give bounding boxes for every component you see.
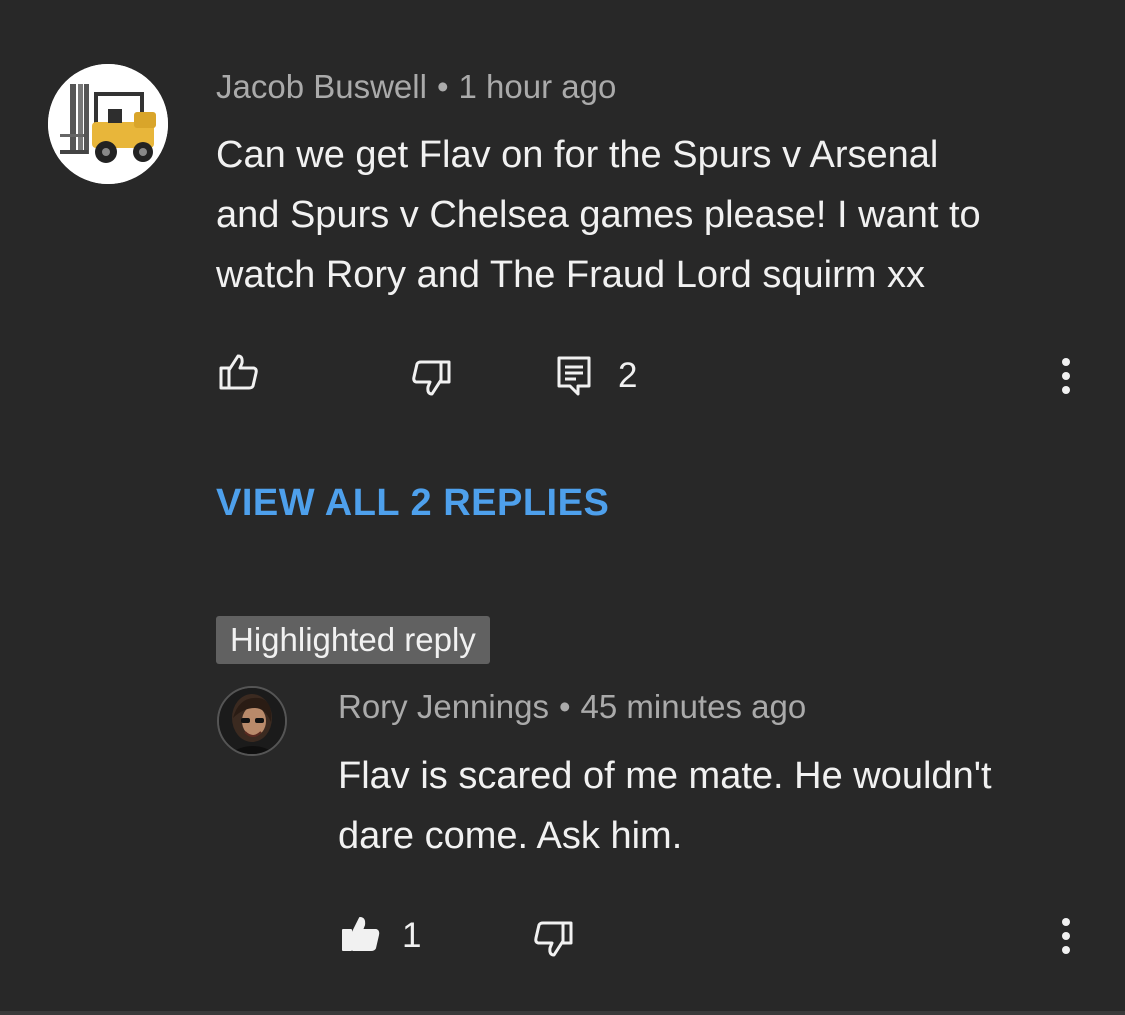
thumbs-down-outline-icon	[534, 921, 573, 957]
reply-like-count: 1	[402, 916, 422, 955]
reply-author-avatar[interactable]	[217, 686, 287, 756]
more-actions-button[interactable]	[1060, 357, 1072, 395]
view-all-replies-link[interactable]: VIEW ALL 2 REPLIES	[216, 482, 609, 525]
comment-text: Can we get Flav on for the Spurs v Arsen…	[216, 134, 981, 296]
reply-author[interactable]: Rory Jennings	[338, 688, 549, 725]
author-avatar[interactable]	[48, 64, 168, 184]
reply-button[interactable]	[556, 355, 592, 397]
reply-like-button[interactable]	[340, 914, 382, 954]
more-vertical-icon	[1062, 358, 1070, 394]
forklift-avatar	[48, 64, 168, 184]
divider	[0, 1011, 1125, 1015]
comment-icon	[557, 356, 591, 396]
thumbs-down-outline-icon	[412, 360, 451, 396]
reply-meta: Rory Jennings • 45 minutes ago	[338, 688, 806, 726]
thumbs-up-outline-icon	[219, 354, 258, 390]
highlighted-reply-badge: Highlighted reply	[216, 616, 490, 664]
reply-text: Flav is scared of me mate. He wouldn't d…	[338, 755, 992, 857]
meta-separator: •	[558, 688, 571, 725]
like-button[interactable]	[218, 352, 260, 392]
thumbs-up-filled-icon	[342, 917, 380, 951]
reply-timestamp[interactable]: 45 minutes ago	[581, 688, 807, 725]
person-photo-avatar	[219, 688, 285, 754]
meta-separator: •	[436, 68, 449, 105]
comment-timestamp[interactable]: 1 hour ago	[459, 68, 617, 105]
dislike-button[interactable]	[410, 358, 452, 398]
reply-count: 2	[618, 356, 638, 395]
reply-more-actions-button[interactable]	[1060, 917, 1072, 955]
comment-meta: Jacob Buswell • 1 hour ago	[216, 68, 616, 106]
comment-author[interactable]: Jacob Buswell	[216, 68, 427, 105]
more-vertical-icon	[1062, 918, 1070, 954]
reply-dislike-button[interactable]	[532, 919, 574, 959]
